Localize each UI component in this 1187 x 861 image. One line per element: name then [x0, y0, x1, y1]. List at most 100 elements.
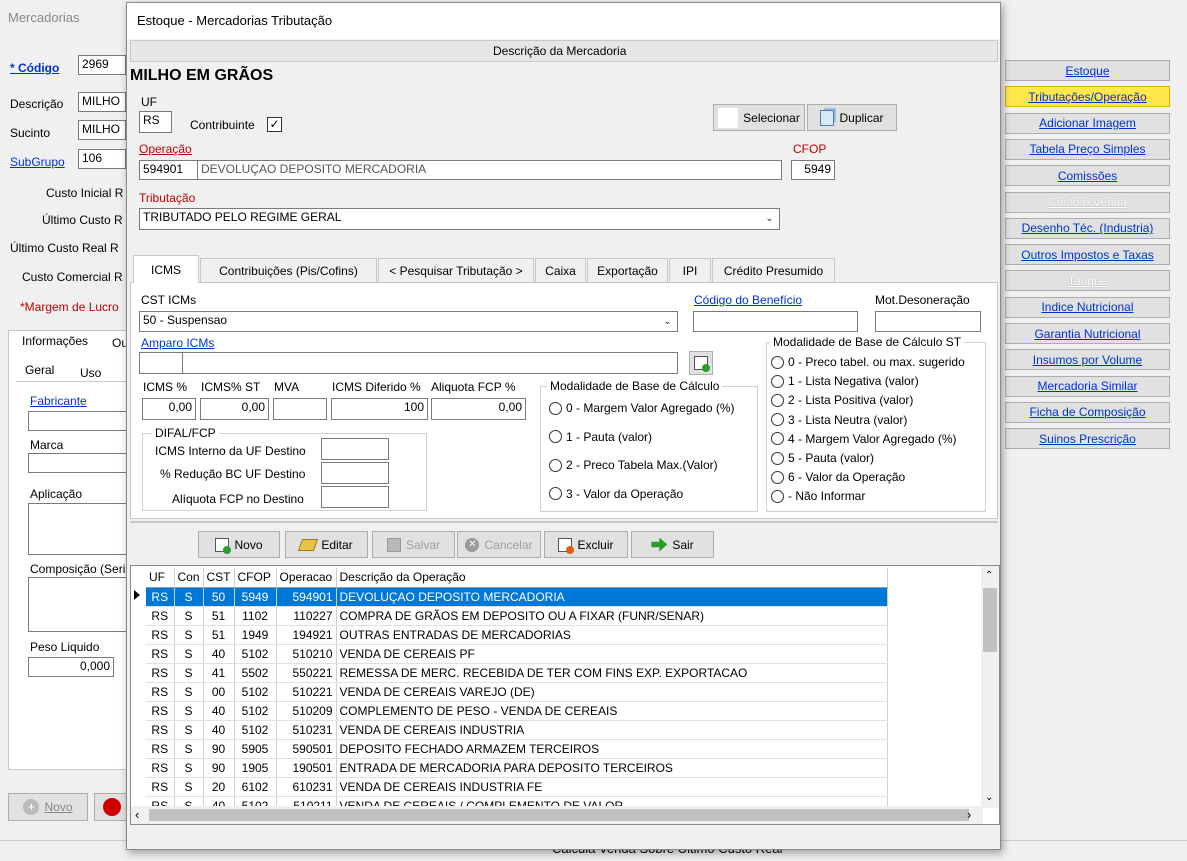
- subgrupo-input[interactable]: 106: [78, 149, 126, 169]
- radio-option[interactable]: 1 - Lista Negativa (valor): [771, 374, 919, 388]
- side-button[interactable]: Indice Nutricional: [1005, 296, 1170, 318]
- icms-pct-input[interactable]: 0,00: [142, 398, 196, 420]
- radio-button[interactable]: [549, 458, 562, 472]
- table-row[interactable]: RS S 41 5502 550221 REMESSA DE MERC. RECEBIDA…: [146, 663, 888, 683]
- tab-uso[interactable]: Uso: [80, 366, 101, 380]
- radio-option[interactable]: 1 - Pauta (valor): [549, 430, 652, 444]
- chevron-down-icon[interactable]: ⌄: [761, 210, 778, 226]
- table-row[interactable]: RS S 40 5102 510210 VENDA DE CEREAIS PF: [146, 644, 888, 664]
- radio-button[interactable]: [771, 374, 784, 388]
- scroll-thumb[interactable]: [983, 588, 997, 652]
- side-button[interactable]: Suinos Prescrição: [1005, 428, 1170, 450]
- tab-informacoes[interactable]: Informações: [22, 334, 88, 348]
- icms-st-input[interactable]: 0,00: [200, 398, 269, 420]
- excluir-button[interactable]: Excluir: [544, 531, 628, 558]
- editar-button[interactable]: Editar: [285, 531, 368, 558]
- side-button[interactable]: Mercadoria Similar: [1005, 375, 1170, 397]
- table-row[interactable]: RS S 50 5949 594901 DEVOLUÇAO DEPOSITO MERCAD…: [146, 587, 888, 607]
- table-row[interactable]: RS S 20 6102 610231 VENDA DE CEREAIS INDUSTRI…: [146, 777, 888, 797]
- operacoes-grid[interactable]: UF Con CST CFOP Operacao Descrição da Operaçã…: [130, 565, 1000, 825]
- table-row[interactable]: RS S 51 1102 110227 COMPRA DE GRÃOS EM DEPOSI…: [146, 606, 888, 626]
- radio-button[interactable]: [549, 401, 562, 415]
- subgrupo-label[interactable]: SubGrupo: [10, 155, 65, 169]
- side-button[interactable]: Comissões: [1005, 165, 1170, 187]
- scroll-right-icon[interactable]: ›: [967, 807, 971, 822]
- radio-button[interactable]: [549, 487, 562, 500]
- radio-option[interactable]: 6 - Valor da Operação: [771, 470, 905, 484]
- tab-6[interactable]: Crédito Presumido: [712, 258, 835, 282]
- salvar-button[interactable]: Salvar: [372, 531, 455, 558]
- codigo-beneficio-input[interactable]: [693, 311, 858, 332]
- tab-5[interactable]: IPI: [669, 258, 711, 282]
- cfop-input[interactable]: 5949: [791, 160, 835, 180]
- chevron-down-icon[interactable]: ⌄: [659, 313, 676, 329]
- icms-diferido-input[interactable]: 100: [331, 398, 428, 420]
- side-button[interactable]: Garantia Nutricional: [1005, 323, 1170, 344]
- tab-2[interactable]: < Pesquisar Tributação >: [378, 258, 534, 282]
- aliquota-fcp-input[interactable]: 0,00: [431, 398, 526, 420]
- table-row[interactable]: RS S 40 5102 510231 VENDA DE CEREAIS INDUSTRI…: [146, 720, 888, 740]
- grid-header-cell[interactable]: CST: [203, 568, 235, 588]
- descricao-input[interactable]: MILHO: [78, 92, 126, 112]
- mva-input[interactable]: [273, 398, 327, 420]
- fabricante-input[interactable]: [28, 411, 130, 431]
- radio-button[interactable]: [771, 432, 784, 446]
- grid-header-cell[interactable]: Operacao: [276, 568, 337, 588]
- side-button[interactable]: Tabela Preço Simples: [1005, 138, 1170, 160]
- cst-select[interactable]: 50 - Suspensao ⌄: [139, 311, 678, 332]
- radio-option[interactable]: - Não Informar: [771, 489, 865, 503]
- side-button[interactable]: Ficha de Composição: [1005, 401, 1170, 423]
- tab-0[interactable]: ICMS: [133, 255, 199, 283]
- operacao-code-input[interactable]: 594901: [139, 160, 198, 180]
- table-row[interactable]: RS S 90 1905 190501 ENTRADA DE MERCADORIA PAR…: [146, 758, 888, 778]
- sair-button[interactable]: Sair: [631, 531, 714, 558]
- bg-block-button[interactable]: [94, 793, 130, 821]
- selecionar-button[interactable]: Selecionar: [713, 104, 805, 131]
- radio-button[interactable]: [771, 489, 784, 503]
- difal-aliquota-input[interactable]: [321, 486, 389, 508]
- table-row[interactable]: RS S 40 5102 510209 COMPLEMENTO DE PESO - VEN…: [146, 701, 888, 721]
- radio-button[interactable]: [771, 393, 784, 407]
- marca-input[interactable]: [28, 453, 130, 473]
- tributacao-select[interactable]: TRIBUTADO PELO REGIME GERAL ⌄: [139, 208, 780, 230]
- tab-3[interactable]: Caixa: [535, 258, 586, 282]
- composicao-input[interactable]: [28, 577, 130, 632]
- radio-option[interactable]: 2 - Lista Positiva (valor): [771, 393, 913, 407]
- table-row[interactable]: RS S 51 1949 194921 OUTRAS ENTRADAS DE MERCAD…: [146, 625, 888, 645]
- scroll-down-icon[interactable]: ⌄: [985, 792, 993, 803]
- scroll-left-icon[interactable]: ‹: [135, 807, 139, 822]
- operacao-link[interactable]: Operação: [139, 142, 192, 156]
- side-button[interactable]: Tributações/Operação: [1005, 86, 1170, 108]
- side-button[interactable]: Insumos por Volume: [1005, 349, 1170, 371]
- radio-button[interactable]: [771, 413, 784, 427]
- grid-header-cell[interactable]: Con: [174, 568, 204, 588]
- vertical-scrollbar[interactable]: ⌃ ⌄: [981, 566, 999, 808]
- bg-novo-button[interactable]: + Novo: [8, 793, 88, 821]
- codigo-label[interactable]: * Código: [10, 61, 59, 75]
- radio-option[interactable]: 3 - Lista Neutra (valor): [771, 413, 907, 427]
- novo-button[interactable]: Novo: [198, 531, 280, 558]
- radio-option[interactable]: 0 - Margem Valor Agregado (%): [549, 401, 735, 415]
- radio-option[interactable]: 2 - Preco Tabela Max.(Valor): [549, 458, 718, 472]
- difal-interno-input[interactable]: [321, 438, 389, 460]
- table-row[interactable]: RS S 00 5102 510221 VENDA DE CEREAIS VAREJO (…: [146, 682, 888, 702]
- codigo-input[interactable]: 2969: [78, 55, 126, 75]
- side-button[interactable]: Adicionar Imagem: [1005, 112, 1170, 134]
- tab-geral[interactable]: Geral: [25, 363, 54, 377]
- horizontal-scrollbar[interactable]: ‹ ›: [131, 806, 983, 824]
- side-button[interactable]: Estoque: [1005, 60, 1170, 81]
- tab-4[interactable]: Exportação: [587, 258, 668, 282]
- grid-header-cell[interactable]: UF: [146, 568, 175, 588]
- cancelar-button[interactable]: ✕ Cancelar: [457, 531, 541, 558]
- grid-header-cell[interactable]: Descrição da Operação: [336, 568, 888, 588]
- radio-button[interactable]: [771, 355, 784, 369]
- tab-1[interactable]: Contribuições (Pis/Cofins): [200, 258, 377, 282]
- side-button[interactable]: Desenho Téc. (Industria): [1005, 217, 1170, 239]
- grid-header-cell[interactable]: CFOP: [234, 568, 277, 588]
- fabricante-link[interactable]: Fabricante: [30, 394, 87, 408]
- amparo-desc-input[interactable]: [182, 352, 678, 374]
- amparo-code-input[interactable]: [139, 352, 183, 374]
- duplicar-button[interactable]: Duplicar: [807, 104, 897, 131]
- amparo-link[interactable]: Amparo ICMs: [141, 336, 214, 350]
- radio-button[interactable]: [549, 430, 562, 443]
